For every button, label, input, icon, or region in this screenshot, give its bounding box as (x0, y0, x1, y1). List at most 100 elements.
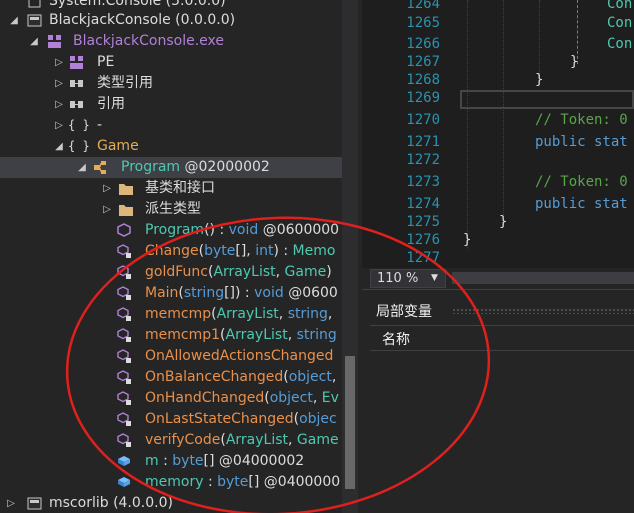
tree-item-mscorlib[interactable]: ▷ mscorlib (4.0.0.0) (0, 493, 342, 513)
collapsed-arrow-icon[interactable]: ▷ (53, 115, 65, 136)
tree-item-method-onhandchanged[interactable]: OnHandChanged(object, Ev (0, 388, 342, 409)
method-name: goldFunc (145, 264, 208, 280)
chevron-down-icon[interactable]: ▼ (431, 269, 438, 288)
collapsed-arrow-icon[interactable]: ▷ (53, 94, 65, 115)
param-type: object (288, 369, 332, 385)
tree-scrollbar-thumb[interactable] (345, 356, 355, 489)
tree-item-method-memcmp[interactable]: memcmp(ArrayList, string, (0, 304, 342, 325)
param-close: ) : (273, 243, 293, 259)
tree-item-label: Game (97, 138, 139, 154)
expanded-arrow-icon[interactable]: ◢ (53, 136, 65, 157)
tree-item-method-goldfunc[interactable]: goldFunc(ArrayList, Game) (0, 262, 342, 283)
panel-drag-grip[interactable] (452, 308, 634, 314)
tree-item-class-program[interactable]: ◢ Program @02000002 (0, 157, 342, 178)
expanded-arrow-icon[interactable]: ◢ (28, 31, 40, 52)
zoom-level[interactable]: 110 % (377, 269, 418, 288)
reference-icon (69, 76, 84, 91)
collapsed-arrow-icon[interactable]: ▷ (101, 199, 113, 220)
method-return: Memo (292, 243, 336, 259)
tree-item-label: BlackjackConsole.exe (73, 33, 225, 49)
private-method-icon (117, 265, 132, 280)
tree-item-blackjackconsole[interactable]: ◢ BlackjackConsole (0.0.0.0) (0, 10, 342, 31)
tree-item-pe[interactable]: ▷ PE (0, 52, 342, 73)
editor-horizontal-scrollbar[interactable] (452, 272, 634, 284)
collapsed-arrow-icon[interactable]: ▷ (53, 73, 65, 94)
param-close: ) (326, 264, 332, 280)
line-number: 1265 (406, 15, 440, 31)
field-token: [] @04000002 (203, 453, 305, 469)
code-line: } (463, 232, 472, 248)
line-number: 1272 (406, 152, 440, 168)
param-sep: , (327, 306, 333, 322)
tree-item-type-refs[interactable]: ▷ 类型引用 (0, 73, 342, 94)
param-sep: , (278, 306, 288, 322)
param-type: int (255, 243, 274, 259)
current-line-highlight (460, 90, 634, 109)
class-token: @02000002 (180, 159, 270, 175)
method-return: void (254, 285, 284, 301)
code-comment: // Token: 0 (535, 174, 628, 190)
tree-item-label: BlackjackConsole (0.0.0.0) (49, 12, 236, 28)
tree-item-refs[interactable]: ▷ 引用 (0, 94, 342, 115)
param-sep: [], (235, 243, 256, 259)
field-sep: : (158, 453, 173, 469)
param-type: Ev (321, 390, 339, 406)
expanded-arrow-icon[interactable]: ◢ (8, 10, 20, 31)
param-type: byte (204, 243, 236, 259)
collapsed-arrow-icon[interactable]: ▷ (53, 52, 65, 73)
line-number: 1273 (406, 174, 440, 190)
field-type: byte (217, 474, 249, 490)
method-name: memcmp1 (145, 327, 221, 343)
method-name: OnHandChanged (145, 390, 265, 406)
class-icon (93, 160, 108, 175)
tree-item-namespace-empty[interactable]: ▷ { } - (0, 115, 342, 136)
tree-item-method-change[interactable]: Change(byte[], int) : Memo (0, 241, 342, 262)
private-method-icon (117, 391, 132, 406)
reference-icon (69, 97, 84, 112)
tree-item-method-ctor[interactable]: Program() : void @0600000 (0, 220, 342, 241)
param-sep: , (331, 369, 341, 385)
param-type: string (183, 285, 225, 301)
param-sep: , (288, 432, 297, 448)
collapsed-arrow-icon[interactable]: ▷ (101, 178, 113, 199)
param-type: object (269, 390, 313, 406)
tree-item-method-onallowedactionschanged[interactable]: OnAllowedActionsChanged (0, 346, 342, 367)
field-icon (117, 475, 132, 490)
tree-item-module-exe[interactable]: ◢ BlackjackConsole.exe (0, 31, 342, 52)
tree-item-method-verifycode[interactable]: verifyCode(ArrayList, Game (0, 430, 342, 451)
code-line: } (570, 54, 579, 70)
namespace-icon: { } (68, 139, 90, 153)
code-comment: // Token: 0 (535, 112, 628, 128)
tree-item-method-memcmp1[interactable]: memcmp1(ArrayList, string (0, 325, 342, 346)
private-method-icon (117, 244, 132, 259)
assembly-icon (27, 13, 42, 28)
tree-item-field-memory[interactable]: memory : byte[] @0400000 (0, 472, 342, 493)
private-method-icon (117, 349, 132, 364)
field-sep: : (203, 474, 218, 490)
collapsed-arrow-icon[interactable]: ▷ (5, 493, 17, 513)
method-return: void (228, 222, 259, 238)
namespace-icon: { } (68, 118, 90, 132)
assembly-explorer-tree: System.Console (5.0.0.0) ◢ BlackjackCons… (0, 0, 342, 513)
param-type: Game (296, 432, 339, 448)
tree-item-field-m[interactable]: m : byte[] @04000002 (0, 451, 342, 472)
tree-item-label: 基类和接口 (145, 180, 215, 196)
tree-item-namespace-game[interactable]: ◢ { } Game (0, 136, 342, 157)
module-icon (47, 34, 62, 49)
tree-item-label: mscorlib (4.0.0.0) (49, 495, 173, 511)
tree-item-method-onlaststatechanged[interactable]: OnLastStateChanged(objec (0, 409, 342, 430)
expanded-arrow-icon[interactable]: ◢ (76, 157, 88, 178)
tree-item-method-onbalancechanged[interactable]: OnBalanceChanged(object, Ev (0, 367, 342, 388)
assembly-icon (27, 496, 42, 511)
column-header-name[interactable]: 名称 (382, 329, 410, 349)
method-name: OnLastStateChanged (145, 411, 294, 427)
line-number: 1269 (406, 90, 440, 106)
tree-item-derived-types[interactable]: ▷ 派生类型 (0, 199, 342, 220)
line-number: 1277 (406, 250, 440, 266)
field-name: m (145, 453, 159, 469)
method-sep: : (215, 222, 229, 238)
tree-item-base-types[interactable]: ▷ 基类和接口 (0, 178, 342, 199)
code-line: public stat (535, 134, 628, 150)
editor-margin (362, 0, 388, 268)
tree-item-method-main[interactable]: Main(string[]) : void @0600 (0, 283, 342, 304)
